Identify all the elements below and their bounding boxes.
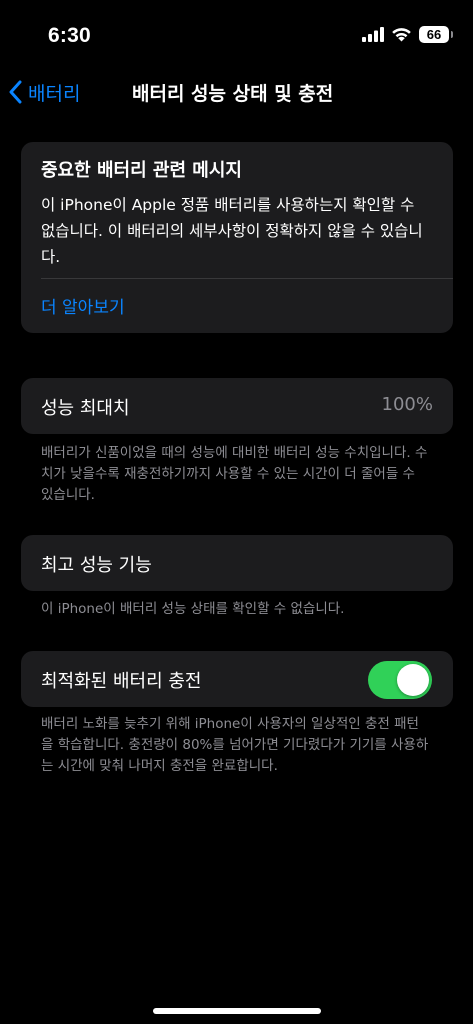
alert-title: 중요한 배터리 관련 메시지 — [41, 160, 242, 181]
back-button-label: 배터리 — [28, 82, 81, 105]
navigation-bar: 배터리 배터리 성능 상태 및 충전 — [0, 70, 473, 114]
peak-capacity-footnote: 배터리가 신품이었을 때의 성능에 대비한 배터리 성능 수치입니다. 수치가 … — [41, 445, 428, 503]
battery-level: 66 — [426, 27, 442, 42]
back-button[interactable]: 배터리 — [8, 74, 80, 110]
status-bar: 6:30 66 — [0, 0, 473, 76]
peak-performance-footnote: 이 iPhone이 배터리 성능 상태를 확인할 수 없습니다. — [41, 601, 345, 617]
optimized-charging-label: 최적화된 배터리 충전 — [41, 671, 202, 692]
peak-performance-row: 최고 성능 기능 — [21, 535, 453, 591]
optimized-charging-toggle[interactable] — [368, 661, 432, 699]
optimized-charging-row: 최적화된 배터리 충전 — [21, 651, 453, 707]
battery-message-card: 중요한 배터리 관련 메시지 이 iPhone이 Apple 정품 배터리를 사… — [21, 142, 453, 333]
learn-more-link[interactable]: 더 알아보기 — [41, 293, 125, 318]
battery-tip — [451, 31, 453, 38]
page-title: 배터리 성능 상태 및 충전 — [132, 83, 334, 105]
wifi-icon — [392, 28, 411, 42]
peak-capacity-value: 100% — [381, 394, 433, 415]
chevron-left-icon — [9, 80, 22, 104]
peak-capacity-row: 성능 최대치 100% — [21, 378, 453, 434]
alert-body: 이 iPhone이 Apple 정품 배터리를 사용하는지 확인할 수 없습니다… — [41, 196, 423, 266]
optimized-charging-footnote: 배터리 노화를 늦추기 위해 iPhone이 사용자의 일상적인 충전 패턴을 … — [41, 716, 429, 774]
home-indicator[interactable] — [153, 1008, 321, 1014]
peak-capacity-label: 성능 최대치 — [41, 398, 130, 419]
status-time: 6:30 — [48, 24, 91, 47]
cellular-signal-icon — [362, 27, 384, 42]
battery-icon: 66 — [419, 26, 453, 43]
toggle-knob — [397, 664, 429, 696]
peak-performance-label: 최고 성능 기능 — [41, 555, 152, 576]
status-icons: 66 — [362, 26, 453, 43]
divider — [41, 278, 453, 279]
